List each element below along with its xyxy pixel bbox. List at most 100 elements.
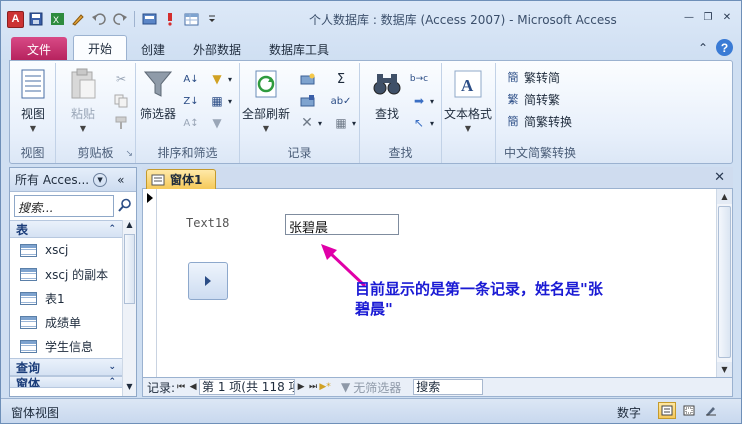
nav-search-input[interactable]: 搜索...	[14, 195, 114, 217]
form-view-icon[interactable]	[140, 10, 158, 28]
group-label-clipboard: 剪贴板	[77, 146, 114, 160]
scroll-up-icon[interactable]: ▲	[717, 189, 732, 204]
paste-button[interactable]: 粘贴 ▼	[66, 67, 100, 133]
last-record-icon[interactable]: ⏭	[307, 382, 319, 392]
nav-category-tables-label: 表	[16, 222, 29, 237]
tab-home[interactable]: 开始	[73, 35, 128, 61]
layout-view-icon[interactable]	[680, 402, 698, 419]
redo-icon[interactable]	[111, 10, 129, 28]
to-simplified-icon: 簡	[507, 71, 519, 84]
goto-button[interactable]: ➡ ▾	[410, 91, 434, 111]
view-button[interactable]: 视图 ▼	[16, 67, 50, 133]
totals-button[interactable]: Σ	[332, 69, 350, 89]
restore-icon[interactable]: ❐	[700, 10, 716, 24]
clipboard-launcher-icon[interactable]: ↘	[125, 149, 133, 159]
nav-category-tables[interactable]: 表 ⌃	[10, 220, 122, 238]
text18-field[interactable]: 张碧晨	[285, 214, 399, 236]
record-position-field[interactable]: 第 1 项(共 118 项	[199, 379, 296, 395]
spelling-icon: ab✓	[330, 95, 352, 107]
close-document-icon[interactable]: ✕	[714, 170, 725, 185]
clear-sort-button[interactable]: A↕	[182, 113, 200, 133]
form-scrollbar[interactable]: ▲ ▼	[716, 189, 732, 377]
previous-record-icon[interactable]: ◀	[187, 382, 199, 392]
nav-scroll-thumb[interactable]	[124, 234, 135, 304]
format-painter-button[interactable]	[112, 113, 130, 133]
sort-ascending-icon: A↓	[183, 73, 199, 85]
ribbon: 视图 ▼ 视图 粘贴 ▼ ✂ 剪贴板 ↘ 筛选器 A↓ Z↓ A↕ ▼ ▾ ▦ …	[9, 60, 733, 164]
design-view-icon[interactable]	[702, 402, 720, 419]
form-icon	[151, 174, 165, 185]
more-records-button[interactable]: ▦ ▾	[332, 113, 356, 133]
scroll-down-icon[interactable]: ▼	[717, 362, 732, 377]
save-record-button[interactable]	[298, 91, 316, 111]
sort-descending-button[interactable]: Z↓	[182, 91, 200, 111]
delete-record-button[interactable]: ✕ ▾	[298, 113, 322, 133]
selection-button[interactable]: ▼ ▾	[208, 69, 232, 89]
convert-button[interactable]: 簡简繁转换	[504, 111, 573, 131]
help-icon[interactable]: ?	[716, 39, 733, 56]
scroll-up-icon[interactable]: ▲	[123, 220, 136, 234]
nav-category-forms-label: 窗体	[16, 377, 41, 388]
tab-database-tools[interactable]: 数据库工具	[255, 37, 343, 61]
table-icon	[20, 243, 37, 257]
sort-descending-icon: Z↓	[183, 95, 199, 107]
close-icon[interactable]: ✕	[719, 10, 735, 24]
binoculars-icon	[370, 67, 404, 101]
nav-category-forms[interactable]: 窗体 ⌃	[10, 376, 122, 388]
copy-button[interactable]	[112, 91, 130, 111]
navigation-pane: 所有 Acces... ▼ « 搜索... 表 ⌃ xscj xscj 的副本 …	[9, 167, 137, 397]
tab-create[interactable]: 创建	[127, 37, 179, 61]
to-traditional-button[interactable]: 繁简转繁	[504, 89, 561, 109]
cut-button[interactable]: ✂	[112, 69, 130, 89]
minimize-ribbon-icon[interactable]: ⌃	[698, 41, 708, 55]
alert-icon[interactable]	[161, 10, 179, 28]
nav-scrollbar[interactable]: ▲ ▼	[122, 220, 136, 396]
replace-button[interactable]: b→c	[410, 69, 428, 89]
first-record-icon[interactable]: ⏮	[175, 382, 187, 392]
edit-icon[interactable]	[69, 10, 87, 28]
minimize-icon[interactable]: —	[681, 10, 697, 24]
nav-item-table[interactable]: xscj 的副本	[10, 262, 136, 286]
nav-item-table[interactable]: 表1	[10, 286, 136, 310]
record-selector[interactable]	[143, 189, 157, 377]
nav-category-queries[interactable]: 查询 ⌄	[10, 358, 122, 376]
next-record-icon[interactable]: ▶	[295, 382, 307, 392]
customize-qat-icon[interactable]	[203, 10, 221, 28]
play-icon	[205, 276, 211, 286]
record-search-input[interactable]: 搜索	[413, 379, 484, 395]
select-button[interactable]: ↖ ▾	[410, 113, 434, 133]
to-simplified-button[interactable]: 簡繁转简	[504, 67, 561, 87]
find-button[interactable]: 查找	[370, 67, 404, 122]
next-record-button[interactable]	[188, 262, 228, 300]
refresh-all-button[interactable]: 全部刷新 ▼	[242, 67, 290, 133]
search-icon[interactable]	[118, 198, 132, 215]
text-format-button[interactable]: A 文本格式 ▼	[444, 67, 492, 133]
toggle-filter-button[interactable]: ▼	[208, 113, 226, 133]
collapse-pane-icon[interactable]: «	[117, 173, 124, 187]
tab-external-data[interactable]: 外部数据	[179, 37, 255, 61]
filter-status[interactable]: ▼ 无筛选器	[341, 379, 401, 396]
tab-file[interactable]: 文件	[11, 37, 67, 61]
advanced-filter-button[interactable]: ▦ ▾	[208, 91, 232, 111]
form-view-icon[interactable]	[658, 402, 676, 419]
excel-export-icon[interactable]: X	[48, 10, 66, 28]
tab-form1[interactable]: 窗体1	[146, 169, 216, 189]
spelling-button[interactable]: ab✓	[330, 91, 352, 111]
form-scroll-thumb[interactable]	[718, 206, 731, 358]
nav-pane-header[interactable]: 所有 Acces... ▼ «	[10, 168, 136, 192]
scroll-down-icon[interactable]: ▼	[123, 382, 136, 396]
new-record-button[interactable]	[298, 69, 316, 89]
nav-menu-icon[interactable]: ▼	[93, 172, 108, 187]
group-clipboard: 粘贴 ▼ ✂ 剪贴板 ↘	[56, 63, 136, 163]
save-icon[interactable]	[27, 10, 45, 28]
nav-item-table[interactable]: 成绩单	[10, 310, 136, 334]
nav-item-table[interactable]: 学生信息	[10, 334, 136, 358]
access-app-icon[interactable]: A	[7, 10, 24, 28]
new-record-icon[interactable]: ▶*	[319, 382, 331, 392]
nav-item-table[interactable]: xscj	[10, 238, 136, 262]
title-bar: A X 个人数据库: 数据库 (Access 2007) - Microsof…	[1, 1, 741, 35]
undo-icon[interactable]	[90, 10, 108, 28]
filter-button[interactable]: 筛选器	[140, 67, 176, 122]
table-icon[interactable]	[182, 10, 200, 28]
sort-ascending-button[interactable]: A↓	[182, 69, 200, 89]
